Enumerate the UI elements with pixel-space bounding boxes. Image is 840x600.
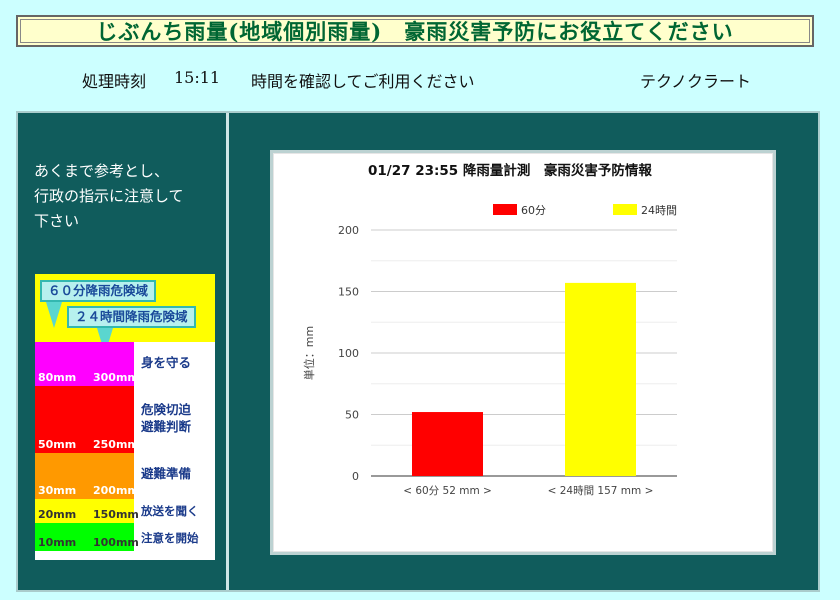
band-value-24: 300mm [93, 371, 139, 384]
legend-swatch [613, 204, 637, 215]
y-tick-label: 200 [338, 224, 359, 237]
y-tick-label: 100 [338, 347, 359, 360]
processing-label: 処理時刻 [82, 72, 147, 91]
rainfall-chart: 01/27 23:55 降雨量計測 豪雨災害予防情報 0 50 100 150 200 単… [270, 150, 776, 555]
band-value-60: 80mm [38, 371, 77, 384]
arrow-60-icon [46, 302, 62, 328]
band-value-60: 50mm [38, 438, 77, 451]
legend-swatch [493, 204, 517, 215]
x-tick-label: < 24時間 157 mm > [548, 485, 654, 497]
danger-level-legend: ６０分降雨危険域 ２４時間降雨危険域 80mm 300mm 50mm 250mm… [35, 274, 215, 560]
band-value-60: 30mm [38, 484, 77, 497]
band-yellow: 20mm 150mm [35, 499, 139, 523]
band-text-imminent: 危険切迫 [141, 402, 192, 417]
band-value-24: 150mm [93, 508, 139, 521]
band-value-24: 200mm [93, 484, 139, 497]
band-text-evac-decision: 避難判断 [141, 419, 192, 434]
y-tick-label: 0 [352, 470, 359, 483]
band-text-protect: 身を守る [141, 355, 192, 370]
bar-24h [565, 282, 636, 476]
band-text-listen: 放送を聞く [141, 504, 199, 518]
band-value-24: 100mm [93, 536, 139, 549]
y-tick-label: 50 [345, 409, 359, 422]
notice-line: あくまで参考とし、 [34, 162, 170, 180]
band-orange: 30mm 200mm [35, 453, 139, 499]
advisory-notice: あくまで参考とし、 行政の指示に注意して 下さい [34, 159, 214, 234]
band-text-evac-prep: 避難準備 [141, 466, 192, 481]
panel-divider [226, 113, 229, 590]
y-tick-label: 150 [338, 286, 359, 299]
legend-label: 24時間 [641, 204, 677, 217]
main-panel: あくまで参考とし、 行政の指示に注意して 下さい ６０分降雨危険域 ２４時間降雨… [16, 111, 820, 592]
info-row: 処理時刻 15:11 時間を確認してご利用ください テクノクラート [0, 68, 840, 92]
chart-svg: 0 50 100 150 200 単位：mm < 60分 52 mm > < 24時間 157… [302, 204, 677, 497]
legend-label-60min: ６０分降雨危険域 [40, 280, 157, 302]
band-magenta: 80mm 300mm [35, 342, 139, 386]
confirm-notice: 時間を確認してご利用ください [251, 72, 475, 91]
x-tick-label: < 60分 52 mm > [403, 485, 492, 497]
processing-time: 15:11 [174, 68, 221, 87]
band-green: 10mm 100mm [35, 523, 139, 551]
page-title: じぶんち雨量(地域個別雨量) 豪雨災害予防にお役立てください [16, 15, 814, 47]
legend-label: 60分 [521, 204, 546, 217]
band-red: 50mm 250mm [35, 386, 139, 453]
band-value-60: 20mm [38, 508, 77, 521]
bar-60min [412, 412, 483, 476]
band-value-24: 250mm [93, 438, 139, 451]
notice-line: 下さい [34, 212, 80, 230]
legend-label-24h: ２４時間降雨危険域 [67, 306, 196, 328]
band-value-60: 10mm [38, 536, 77, 549]
company-name: テクノクラート [640, 72, 752, 91]
band-text-caution: 注意を開始 [141, 531, 199, 545]
notice-line: 行政の指示に注意して [34, 187, 184, 205]
y-axis-label: 単位：mm [302, 326, 316, 380]
